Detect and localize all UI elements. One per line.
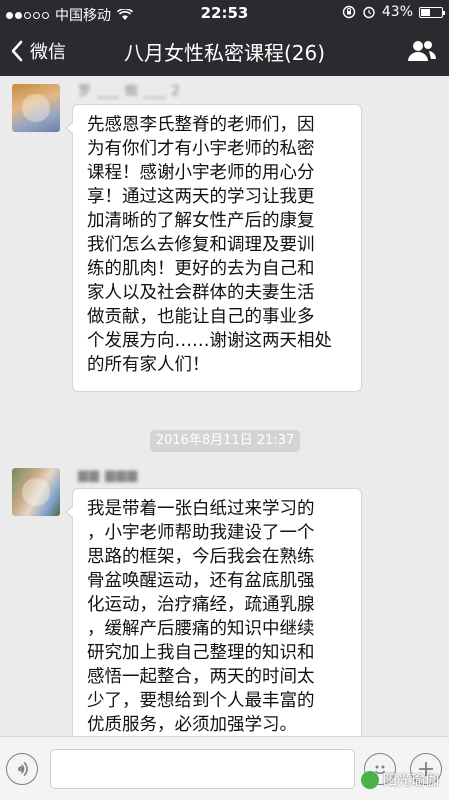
chat-area[interactable]: 罗 ___ 蜘 ___ 2 先感恩李氏整脊的老师们，因 为有你们才有小宇老师的私… (0, 76, 449, 736)
avatar[interactable] (12, 468, 60, 516)
wechat-logo-icon (361, 771, 379, 789)
group-members-icon (408, 41, 437, 61)
status-bar: 中国移动 22:53 43% (0, 0, 449, 26)
battery-icon (419, 6, 445, 18)
message-input[interactable] (50, 749, 355, 789)
group-members-button[interactable] (407, 39, 437, 67)
voice-button[interactable] (6, 753, 38, 785)
rotation-lock-icon (342, 5, 356, 19)
input-bar (0, 736, 449, 800)
avatar[interactable] (12, 84, 60, 132)
message-bubble[interactable]: 我是带着一张白纸过来学习的 ，小宇老师帮助我建设了一个 思路的框架，今后我会在熟… (65, 488, 362, 736)
sender-name: 罗 ___ 蜘 ___ 2 (78, 84, 181, 99)
watermark: 阳光瑜伽 (361, 770, 439, 790)
voice-icon (18, 761, 28, 777)
watermark-text: 阳光瑜伽 (383, 773, 439, 789)
message-bubble[interactable]: 先感恩李氏整脊的老师们，因 为有你们才有小宇老师的私密 课程！感谢小宇老师的用心… (65, 104, 362, 392)
sender-name: ▆▆ ▆▆▆ (78, 468, 139, 483)
status-right: 43% (342, 4, 445, 20)
nav-bar: 微信 八月女性私密课程(26) (0, 26, 449, 76)
battery-percent: 43% (381, 4, 413, 20)
message-timestamp: 2016年8月11日 21:37 (150, 430, 300, 452)
alarm-icon (363, 6, 375, 19)
chat-title: 八月女性私密课程(26) (123, 41, 326, 65)
